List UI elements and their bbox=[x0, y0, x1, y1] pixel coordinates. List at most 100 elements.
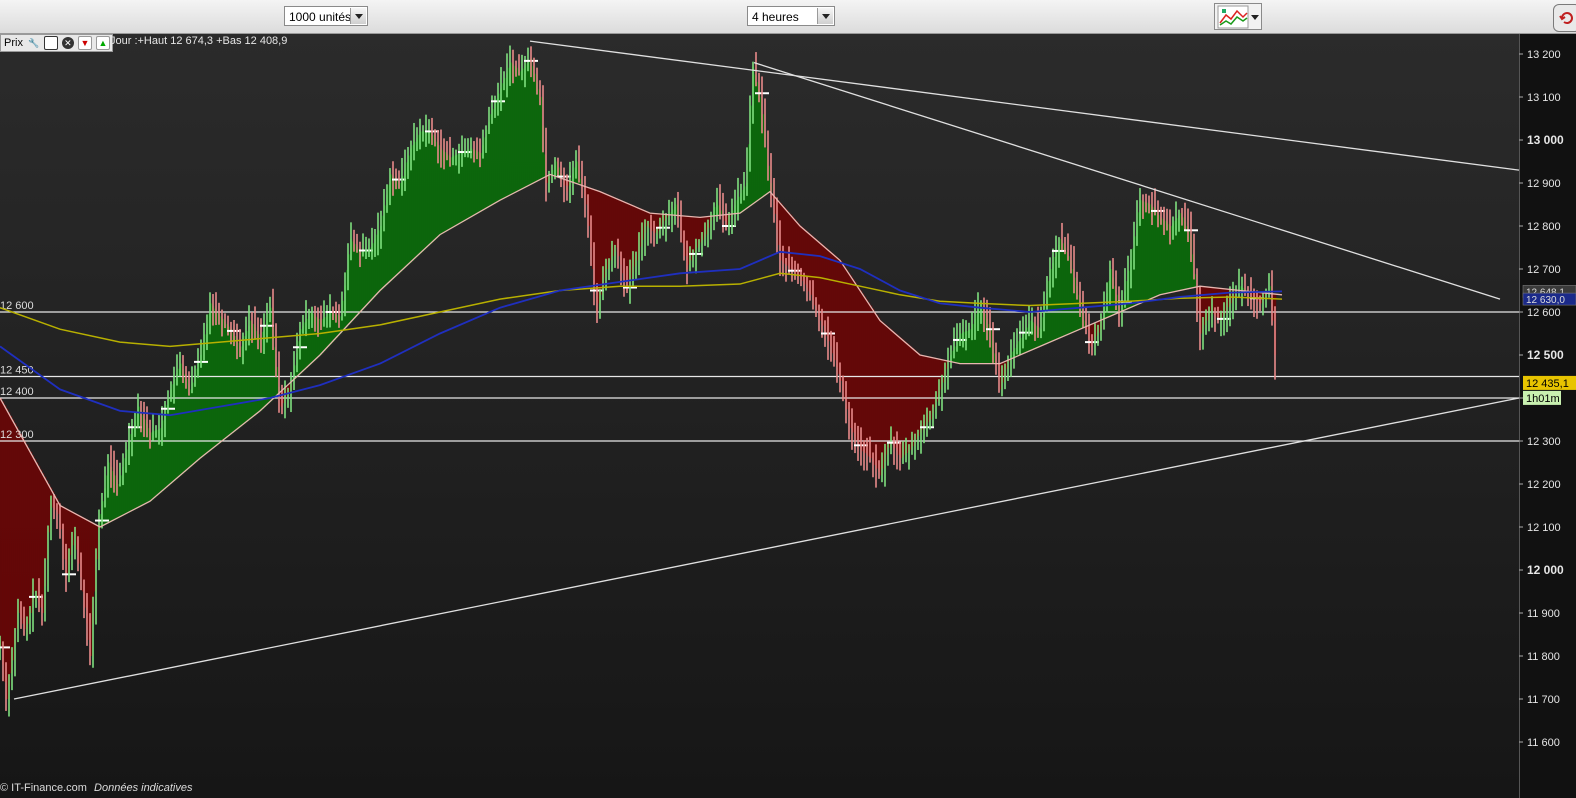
bull-area bbox=[180, 363, 183, 476]
bear-area bbox=[24, 441, 27, 630]
bull-area bbox=[454, 155, 457, 227]
bear-area bbox=[608, 195, 611, 265]
bull-area bbox=[518, 69, 521, 191]
ma-badge-label: 12 630,0 bbox=[1526, 295, 1565, 306]
bull-area bbox=[400, 183, 403, 272]
wrench-icon[interactable]: 🔧 bbox=[28, 37, 40, 49]
bear-area bbox=[918, 353, 921, 436]
bull-area bbox=[196, 368, 199, 462]
bear-area bbox=[930, 357, 933, 420]
bear-area bbox=[606, 194, 609, 269]
y-tick-label: 13 000 bbox=[1527, 133, 1564, 147]
bear-area bbox=[912, 348, 915, 447]
bull-area bbox=[208, 313, 211, 452]
y-tick-label: 12 200 bbox=[1527, 479, 1561, 491]
bull-area bbox=[540, 97, 543, 180]
bull-area bbox=[528, 60, 531, 186]
bull-area bbox=[218, 313, 221, 445]
bull-area bbox=[452, 156, 455, 228]
window-icon[interactable] bbox=[43, 36, 58, 50]
footer-note: Données indicatives bbox=[94, 782, 193, 794]
bull-area bbox=[526, 63, 529, 187]
bear-area bbox=[30, 451, 33, 613]
bull-area bbox=[222, 318, 225, 441]
y-tick-label: 13 100 bbox=[1527, 92, 1561, 104]
bear-area bbox=[898, 336, 901, 455]
bear-area bbox=[838, 258, 841, 374]
bull-area bbox=[268, 313, 271, 404]
bull-area bbox=[422, 131, 425, 252]
bear-area bbox=[858, 287, 861, 446]
bear-area bbox=[882, 322, 885, 469]
bull-area bbox=[520, 71, 523, 190]
bear-area bbox=[892, 330, 895, 445]
trend-line bbox=[753, 61, 1501, 300]
bull-area bbox=[424, 131, 427, 250]
bull-area bbox=[1146, 202, 1149, 301]
trend-line bbox=[529, 40, 1520, 171]
bear-area bbox=[36, 462, 39, 597]
bear-area bbox=[868, 302, 871, 457]
bull-area bbox=[1144, 201, 1147, 302]
bull-area bbox=[534, 73, 537, 183]
bull-area bbox=[466, 150, 469, 220]
bull-area bbox=[166, 404, 169, 488]
close-icon[interactable]: ✕ bbox=[61, 37, 74, 49]
footer-source: © IT-Finance.com bbox=[0, 782, 87, 794]
bear-area bbox=[614, 197, 617, 252]
bull-area bbox=[1184, 221, 1187, 290]
bull-area bbox=[416, 138, 419, 257]
bull-area bbox=[396, 179, 399, 276]
bear-area bbox=[784, 207, 787, 264]
bull-area bbox=[1166, 222, 1169, 294]
bear-area bbox=[26, 444, 29, 635]
bull-area bbox=[536, 81, 539, 182]
bear-area bbox=[10, 415, 13, 674]
bull-area bbox=[254, 327, 257, 416]
last-price-label: 12 435,1 bbox=[1526, 378, 1569, 390]
bull-area bbox=[362, 250, 365, 310]
bear-area bbox=[814, 238, 817, 306]
bull-area bbox=[194, 375, 197, 464]
bull-area bbox=[212, 305, 215, 449]
bull-area bbox=[428, 131, 431, 246]
bull-area bbox=[186, 379, 189, 471]
arrow-up-icon[interactable]: ▲ bbox=[95, 36, 110, 50]
bear-area bbox=[850, 275, 853, 429]
bull-area bbox=[1154, 209, 1157, 298]
trend-line bbox=[13, 397, 1520, 700]
bull-area bbox=[192, 382, 195, 466]
bull-area bbox=[1148, 203, 1151, 300]
bear-area bbox=[8, 412, 11, 687]
bull-area bbox=[1182, 217, 1185, 291]
bear-area bbox=[870, 305, 873, 459]
arrow-down-icon[interactable]: ▼ bbox=[77, 36, 92, 50]
bear-area bbox=[12, 419, 15, 661]
bear-area bbox=[598, 190, 601, 304]
y-tick-label: 11 700 bbox=[1527, 694, 1560, 706]
bull-area bbox=[216, 311, 219, 446]
bear-area bbox=[848, 272, 851, 419]
bear-area bbox=[854, 281, 857, 437]
bull-area bbox=[234, 336, 237, 432]
bull-area bbox=[1068, 256, 1071, 335]
bull-area bbox=[532, 66, 535, 184]
level-label: 12 300 bbox=[0, 429, 34, 441]
bull-area bbox=[170, 389, 173, 484]
bull-area bbox=[240, 346, 243, 427]
bull-area bbox=[230, 329, 233, 435]
bull-area bbox=[214, 308, 217, 448]
bull-area bbox=[418, 134, 421, 256]
bull-area bbox=[470, 148, 473, 218]
bear-area bbox=[886, 325, 889, 455]
bull-area bbox=[156, 429, 159, 497]
y-tick-label: 12 800 bbox=[1527, 221, 1561, 233]
y-tick-label: 12 000 bbox=[1527, 563, 1564, 577]
bear-area bbox=[844, 266, 847, 400]
y-tick-label: 11 900 bbox=[1527, 608, 1560, 620]
bear-area bbox=[894, 332, 897, 448]
bull-area bbox=[430, 131, 433, 244]
bull-area bbox=[450, 157, 453, 229]
bear-area bbox=[4, 405, 7, 682]
level-label: 12 400 bbox=[0, 386, 34, 398]
